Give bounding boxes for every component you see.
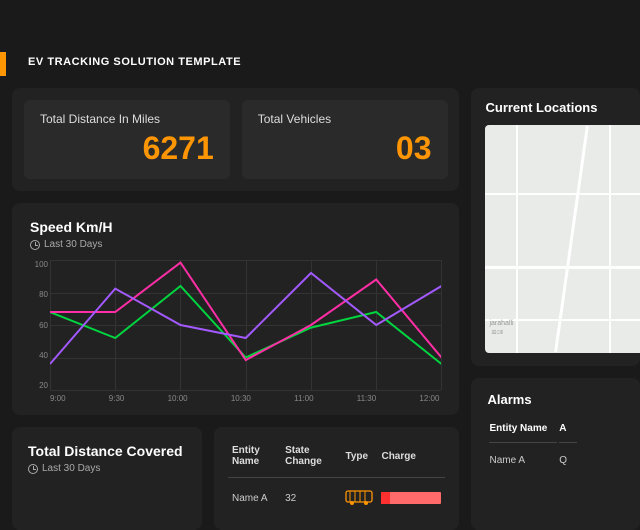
x-tick: 11:00 [294,394,313,403]
x-tick: 10:00 [168,394,188,403]
table-row[interactable]: Name A 32 [228,478,445,519]
stat-distance-label: Total Distance In Miles [40,112,214,126]
page-title: EV TRACKING SOLUTION TEMPLATE [0,0,640,88]
alarm-col-action[interactable]: A [559,419,577,443]
distance-subtitle: Last 30 Days [28,463,186,474]
speed-chart-subtitle: Last 30 Days [30,239,441,250]
alarms-title: Alarms [487,392,640,407]
x-tick: 11:30 [357,394,376,403]
speed-chart-subtitle-text: Last 30 Days [44,239,102,250]
distance-title: Total Distance Covered [28,443,186,459]
x-axis-labels: 9:00 9:30 10:00 10:30 11:00 11:30 12:00 [50,394,441,403]
clock-icon [28,464,38,474]
speed-chart-title: Speed Km/H [30,219,441,235]
cell-name: Name A [228,478,281,519]
y-tick: 80 [30,290,48,299]
map-label: ಹಂತ [491,329,503,337]
col-state-change[interactable]: State Change [281,439,341,478]
entity-table-card: Entity Name State Change Type Charge Nam… [214,427,459,530]
table-row[interactable]: Name A Q [489,445,577,466]
alarm-col-name[interactable]: Entity Name [489,419,557,443]
col-entity-name[interactable]: Entity Name [228,439,281,478]
stat-vehicles-value: 03 [258,130,432,167]
locations-title: Current Locations [485,100,640,115]
cell-state: 32 [281,478,341,519]
x-tick: 10:30 [231,394,251,403]
left-column: Total Distance In Miles 6271 Total Vehic… [12,88,459,530]
alarms-card: Alarms Entity Name A Name A Q [471,378,640,530]
col-type[interactable]: Type [341,439,377,478]
chart-area[interactable]: 100 80 60 40 20 [50,260,441,390]
x-tick: 9:00 [50,394,66,403]
y-tick: 100 [30,260,48,269]
cell-charge [377,478,445,519]
y-tick: 40 [30,351,48,360]
stat-distance-value: 6271 [40,130,214,167]
map-label: jarahalli [489,320,513,327]
x-tick: 12:00 [419,394,439,403]
alarm-cell-action: Q [559,445,577,466]
alarm-cell-name: Name A [489,445,557,466]
accent-bar [0,52,6,76]
chart-svg [50,260,441,390]
speed-chart-card: Speed Km/H Last 30 Days 100 80 60 40 20 [12,203,459,415]
locations-card: Current Locations jarahalli ಹಂತ [471,88,640,366]
charge-bar [381,492,441,504]
distance-subtitle-text: Last 30 Days [42,463,100,474]
clock-icon [30,240,40,250]
bottom-row: Total Distance Covered Last 30 Days Enti… [12,427,459,530]
stat-vehicles: Total Vehicles 03 [242,100,448,179]
alarms-table: Entity Name A Name A Q [487,417,579,468]
col-charge[interactable]: Charge [377,439,445,478]
distance-covered-card: Total Distance Covered Last 30 Days [12,427,202,530]
stat-distance: Total Distance In Miles 6271 [24,100,230,179]
entity-table: Entity Name State Change Type Charge Nam… [228,439,445,518]
stats-row: Total Distance In Miles 6271 Total Vehic… [12,88,459,191]
stat-vehicles-label: Total Vehicles [258,112,432,126]
map[interactable]: jarahalli ಹಂತ [485,125,640,353]
y-tick: 20 [30,381,48,390]
y-axis-labels: 100 80 60 40 20 [30,260,48,390]
right-column: Current Locations jarahalli ಹಂತ Alarms E… [471,88,640,530]
y-tick: 60 [30,321,48,330]
cell-type [341,478,377,519]
main-grid: Total Distance In Miles 6271 Total Vehic… [0,88,640,530]
x-tick: 9:30 [109,394,125,403]
